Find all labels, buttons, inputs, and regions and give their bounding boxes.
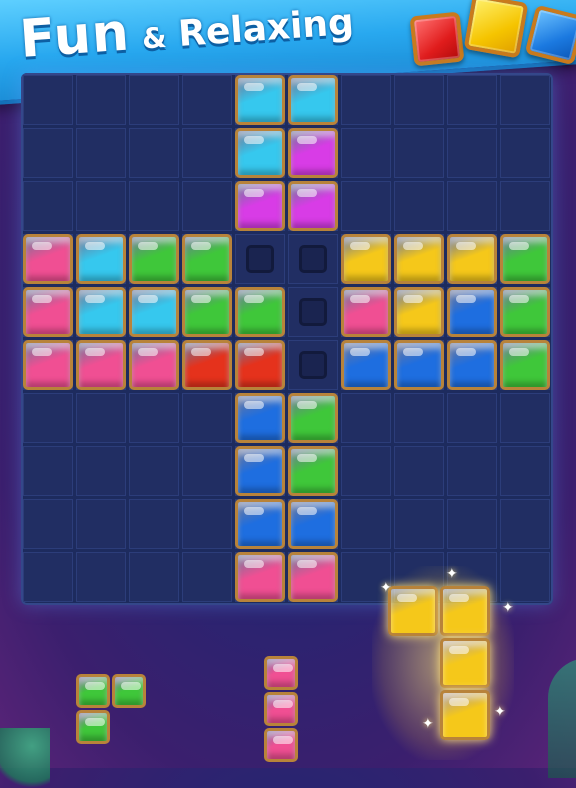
yellow-block	[440, 586, 490, 636]
sparkle-icon: ✦	[502, 600, 514, 616]
green-block	[112, 674, 146, 708]
sparkle-icon: ✦	[380, 580, 392, 596]
green-block	[76, 674, 110, 708]
pink-block	[264, 728, 298, 762]
green-block	[76, 710, 110, 744]
yellow-block	[440, 690, 490, 740]
sparkle-icon: ✦	[494, 704, 506, 720]
pink-block	[264, 656, 298, 690]
pink-block	[264, 692, 298, 726]
piece-tray	[0, 0, 576, 768]
yellow-block	[440, 638, 490, 688]
sparkle-icon: ✦	[422, 716, 434, 732]
yellow-block	[388, 586, 438, 636]
sparkle-icon: ✦	[446, 566, 458, 582]
leaf-decoration	[0, 728, 50, 788]
